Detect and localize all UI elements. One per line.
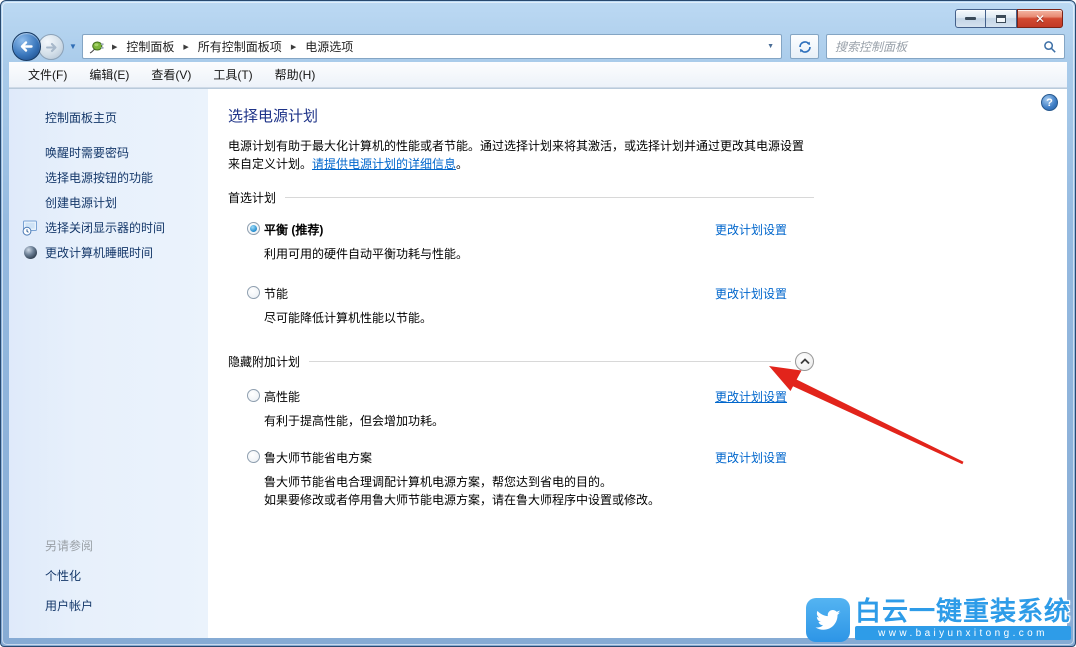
plan-description: 利用可用的硬件自动平衡功耗与性能。 bbox=[264, 246, 809, 262]
change-plan-settings-link-power-saver[interactable]: 更改计划设置 bbox=[715, 285, 787, 302]
plan-name: 鲁大师节能省电方案 bbox=[264, 451, 372, 465]
plan-name: 节能 bbox=[264, 287, 288, 301]
section-preferred-plans: 首选计划 bbox=[228, 189, 814, 206]
forward-button[interactable] bbox=[38, 34, 64, 60]
sleep-sphere-icon bbox=[20, 246, 40, 259]
watermark-title: 白云一键重装系统 bbox=[855, 598, 1071, 625]
menu-file[interactable]: 文件(F) bbox=[17, 62, 78, 87]
plan-row-balanced: 平衡 (推荐) 更改计划设置 利用可用的硬件自动平衡功耗与性能。 bbox=[264, 221, 809, 262]
sidebar-item-control-panel-home[interactable]: 控制面板主页 bbox=[45, 109, 208, 126]
sidebar-item-display-off-time[interactable]: 选择关闭显示器的时间 bbox=[9, 215, 208, 240]
watermark: 白云一键重装系统 www.baiyunxitong.com bbox=[806, 598, 1071, 642]
menu-help[interactable]: 帮助(H) bbox=[264, 62, 327, 87]
plan-description: 鲁大师节能省电合理调配计算机电源方案，帮您达到省电的目的。 bbox=[264, 474, 809, 490]
restore-icon bbox=[996, 15, 1006, 23]
help-button[interactable]: ? bbox=[1041, 94, 1058, 111]
refresh-button[interactable] bbox=[790, 34, 819, 59]
display-clock-icon bbox=[20, 220, 40, 236]
power-options-icon bbox=[88, 39, 104, 55]
breadcrumb-separator-icon: ▶ bbox=[112, 43, 117, 51]
radio-high-performance[interactable] bbox=[247, 389, 260, 402]
page-title: 选择电源计划 bbox=[228, 105, 1067, 126]
breadcrumb-all-items[interactable]: 所有控制面板项 bbox=[197, 36, 283, 57]
watermark-bird-icon bbox=[806, 598, 850, 642]
sidebar-item-power-button-function[interactable]: 选择电源按钮的功能 bbox=[9, 165, 208, 190]
recent-pages-dropdown[interactable]: ▼ bbox=[69, 42, 77, 51]
see-also-header: 另请参阅 bbox=[45, 537, 93, 554]
plan-name: 平衡 (推荐) bbox=[264, 223, 323, 237]
change-plan-settings-link-high-performance[interactable]: 更改计划设置 bbox=[715, 388, 787, 405]
menu-bar: 文件(F) 编辑(E) 查看(V) 工具(T) 帮助(H) bbox=[9, 62, 1067, 88]
search-icon[interactable] bbox=[1043, 40, 1057, 54]
radio-ludashi[interactable] bbox=[247, 450, 260, 463]
search-input[interactable] bbox=[827, 40, 1043, 54]
section-hidden-plans: 隐藏附加计划 bbox=[228, 352, 814, 371]
plan-description: 尽可能降低计算机性能以节能。 bbox=[264, 310, 809, 326]
plan-details-link[interactable]: 请提供电源计划的详细信息 bbox=[312, 157, 456, 171]
sidebar-item-password-on-wake[interactable]: 唤醒时需要密码 bbox=[9, 140, 208, 165]
main-panel: ? 选择电源计划 电源计划有助于最大化计算机的性能或者节能。通过选择计划来将其激… bbox=[208, 89, 1067, 638]
sidebar: 控制面板主页 唤醒时需要密码 选择电源按钮的功能 创建电源计划 选择关闭显示器的… bbox=[9, 89, 208, 638]
plan-row-high-performance: 高性能 更改计划设置 有利于提高性能，但会增加功耗。 bbox=[264, 388, 809, 429]
watermark-url: www.baiyunxitong.com bbox=[855, 626, 1071, 640]
sidebar-item-change-sleep-time[interactable]: 更改计算机睡眠时间 bbox=[9, 240, 208, 265]
see-also-section: 另请参阅 个性化 用户帐户 bbox=[45, 537, 93, 614]
breadcrumb-separator-icon: ▶ bbox=[183, 43, 188, 51]
search-box bbox=[826, 34, 1065, 59]
plan-description-line2: 如果要修改或者停用鲁大师节能电源方案，请在鲁大师程序中设置或修改。 bbox=[264, 492, 809, 508]
radio-balanced[interactable] bbox=[247, 222, 260, 235]
menu-view[interactable]: 查看(V) bbox=[140, 62, 202, 87]
plan-row-ludashi: 鲁大师节能省电方案 更改计划设置 鲁大师节能省电合理调配计算机电源方案，帮您达到… bbox=[264, 449, 809, 508]
help-icon: ? bbox=[1046, 97, 1053, 109]
plan-description: 有利于提高性能，但会增加功耗。 bbox=[264, 413, 809, 429]
breadcrumb-control-panel[interactable]: 控制面板 bbox=[125, 36, 175, 57]
breadcrumb-separator-icon: ▶ bbox=[291, 43, 296, 51]
intro-line1: 电源计划有助于最大化计算机的性能或者节能。通过选择计划来将其激活，或选择计划并通… bbox=[228, 137, 1067, 155]
change-plan-settings-link-ludashi[interactable]: 更改计划设置 bbox=[715, 449, 787, 466]
section-divider bbox=[285, 197, 814, 198]
intro-text: 电源计划有助于最大化计算机的性能或者节能。通过选择计划来将其激活，或选择计划并通… bbox=[228, 137, 1067, 173]
change-plan-settings-link-balanced[interactable]: 更改计划设置 bbox=[715, 221, 787, 238]
radio-power-saver[interactable] bbox=[247, 286, 260, 299]
address-bar[interactable]: ▶ 控制面板 ▶ 所有控制面板项 ▶ 电源选项 ▼ bbox=[82, 34, 782, 59]
back-arrow-icon bbox=[18, 38, 35, 55]
sidebar-item-create-power-plan[interactable]: 创建电源计划 bbox=[9, 190, 208, 215]
minimize-icon bbox=[965, 17, 976, 20]
menu-edit[interactable]: 编辑(E) bbox=[78, 62, 140, 87]
section-header: 隐藏附加计划 bbox=[228, 353, 309, 370]
plan-row-power-saver: 节能 更改计划设置 尽可能降低计算机性能以节能。 bbox=[264, 285, 809, 326]
maximize-button[interactable] bbox=[986, 9, 1017, 28]
minimize-button[interactable] bbox=[955, 9, 986, 28]
section-divider bbox=[309, 361, 791, 362]
window-controls: ✕ bbox=[955, 9, 1063, 28]
breadcrumb-power-options[interactable]: 电源选项 bbox=[304, 36, 354, 57]
intro-line2: 来自定义计划。请提供电源计划的详细信息。 bbox=[228, 155, 1067, 173]
chevron-up-icon bbox=[800, 358, 810, 365]
sidebar-item-user-accounts[interactable]: 用户帐户 bbox=[45, 597, 93, 614]
collapse-section-button[interactable] bbox=[795, 352, 814, 371]
plan-name: 高性能 bbox=[264, 390, 300, 404]
sidebar-item-personalization[interactable]: 个性化 bbox=[45, 567, 93, 584]
refresh-icon bbox=[797, 39, 813, 55]
section-header: 首选计划 bbox=[228, 189, 285, 206]
address-dropdown-icon[interactable]: ▼ bbox=[767, 43, 774, 50]
forward-arrow-icon bbox=[44, 40, 59, 55]
close-icon: ✕ bbox=[1035, 12, 1045, 26]
window-content: 控制面板主页 唤醒时需要密码 选择电源按钮的功能 创建电源计划 选择关闭显示器的… bbox=[9, 88, 1067, 638]
back-button[interactable] bbox=[12, 32, 41, 61]
close-button[interactable]: ✕ bbox=[1017, 9, 1063, 28]
menu-tools[interactable]: 工具(T) bbox=[202, 62, 263, 87]
